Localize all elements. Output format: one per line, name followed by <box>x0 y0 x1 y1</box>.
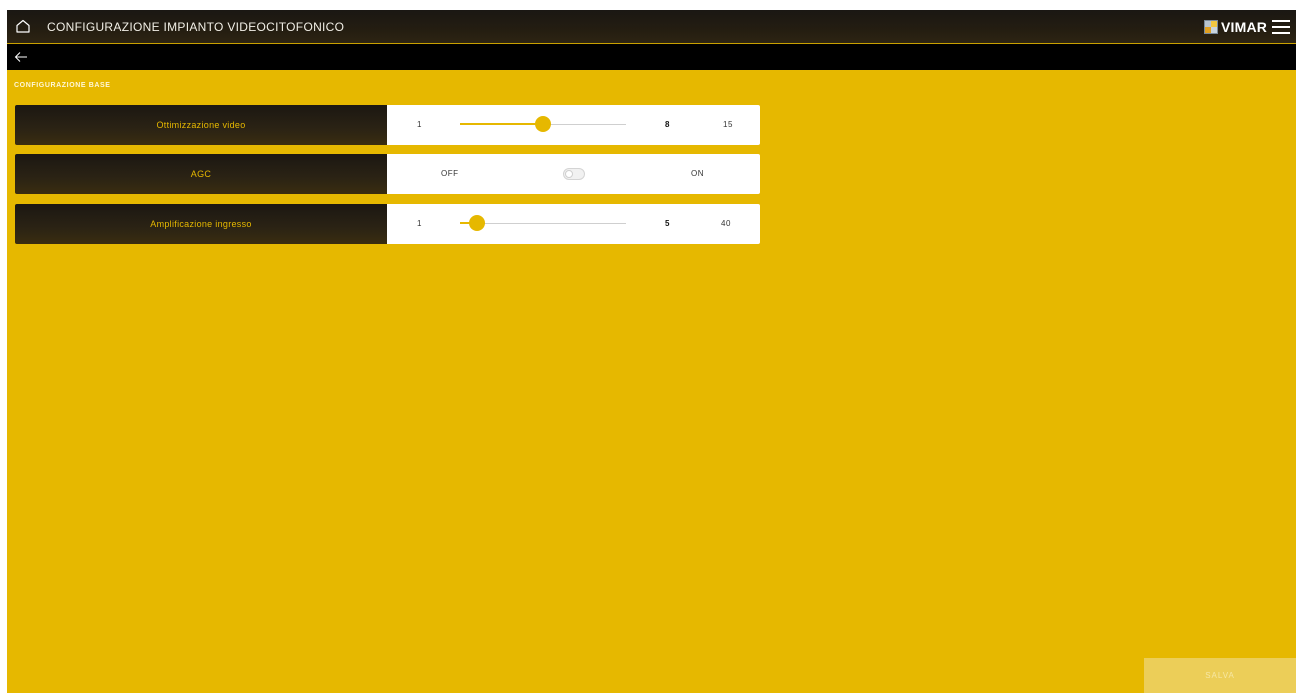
input-amplification-slider[interactable] <box>460 215 626 231</box>
section-title: CONFIGURAZIONE BASE <box>14 82 111 89</box>
setting-row-video-optimization: Ottimizzazione video 1 8 15 <box>15 105 760 145</box>
slider-min-label: 1 <box>417 219 422 228</box>
brand-logo: VIMAR <box>1204 18 1267 36</box>
save-button[interactable]: SALVA <box>1144 658 1296 693</box>
vimar-logo-icon <box>1204 20 1218 34</box>
arrow-left-icon[interactable] <box>14 50 28 64</box>
agc-toggle[interactable] <box>563 168 585 180</box>
slider-max-label: 15 <box>723 120 733 129</box>
menu-icon[interactable] <box>1272 20 1290 34</box>
brand-name: VIMAR <box>1221 19 1268 35</box>
slider-value: 8 <box>665 120 670 129</box>
slider-control: 1 5 40 <box>387 204 760 244</box>
video-optimization-slider[interactable] <box>460 116 626 132</box>
slider-max-label: 40 <box>721 219 731 228</box>
top-bar: CONFIGURAZIONE IMPIANTO VIDEOCITOFONICO … <box>7 10 1296 44</box>
toggle-on-label: ON <box>691 169 704 178</box>
setting-label: Ottimizzazione video <box>15 105 387 145</box>
slider-value: 5 <box>665 219 670 228</box>
slider-fill <box>460 123 543 125</box>
toggle-knob <box>565 170 573 178</box>
setting-row-input-amplification: Amplificazione ingresso 1 5 40 <box>15 204 760 244</box>
setting-label: AGC <box>15 154 387 194</box>
setting-row-agc: AGC OFF ON <box>15 154 760 194</box>
home-icon[interactable] <box>15 18 31 34</box>
setting-label: Amplificazione ingresso <box>15 204 387 244</box>
app-window: CONFIGURAZIONE IMPIANTO VIDEOCITOFONICO … <box>7 10 1296 693</box>
page-title: CONFIGURAZIONE IMPIANTO VIDEOCITOFONICO <box>47 20 345 34</box>
slider-control: 1 8 15 <box>387 105 760 145</box>
slider-min-label: 1 <box>417 120 422 129</box>
toggle-control: OFF ON <box>387 154 760 194</box>
navigation-bar <box>7 44 1296 70</box>
slider-thumb[interactable] <box>535 116 551 132</box>
slider-thumb[interactable] <box>468 215 485 231</box>
toggle-off-label: OFF <box>441 169 459 178</box>
